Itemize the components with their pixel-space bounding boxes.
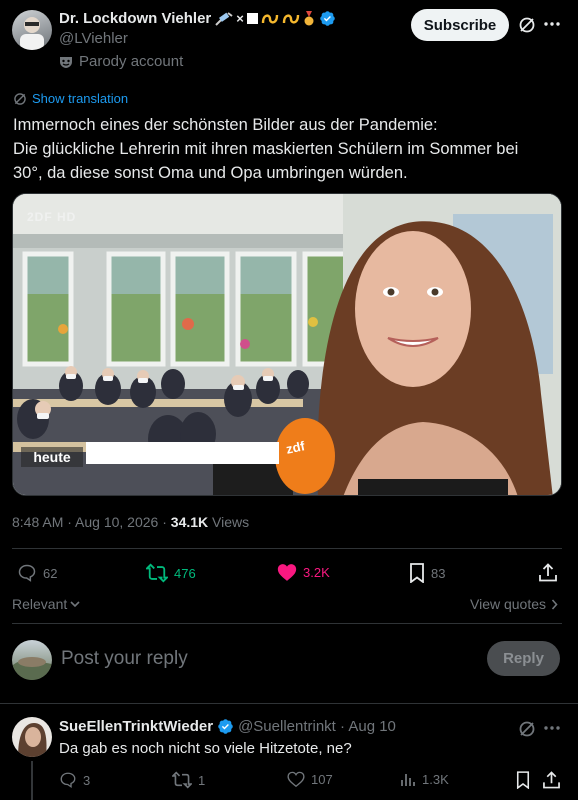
views-count: 34.1K	[170, 514, 209, 530]
reply-count: 62	[43, 565, 58, 581]
chevron-right-icon	[551, 598, 558, 610]
media-watermark: 2DF HD	[27, 210, 77, 224]
medal-icon	[304, 10, 314, 25]
divider	[12, 623, 562, 624]
author-name-emojis: ×	[215, 10, 315, 27]
current-user-avatar[interactable]	[12, 640, 52, 680]
post-media-image[interactable]: 2DF HD zdf heute	[12, 193, 562, 496]
parody-mask-icon	[60, 56, 72, 68]
reply-text: Da gab es noch nicht so viele Hitzetote,…	[59, 740, 352, 757]
repost-action[interactable]: 476	[146, 563, 196, 583]
reply-repost-count: 1	[198, 772, 206, 788]
heart-icon	[277, 564, 297, 581]
repost-icon	[146, 563, 168, 583]
views-chart-icon	[401, 774, 415, 786]
post-text-line: 30°, da diese sonst Oma und Opa umbringe…	[13, 164, 408, 182]
subscribe-button[interactable]: Subscribe	[411, 9, 509, 41]
view-quotes-label: View quotes	[470, 596, 547, 612]
repost-count: 476	[174, 565, 196, 581]
verified-badge-icon	[320, 11, 335, 26]
reply-reply-count: 3	[83, 772, 91, 788]
reply-views-action[interactable]: 1.3K	[400, 771, 449, 787]
chevron-down-icon	[70, 601, 80, 608]
bookmark-icon[interactable]	[516, 771, 530, 789]
show-translation-link[interactable]: Show translation	[32, 91, 128, 106]
more-options-icon[interactable]	[544, 22, 560, 26]
share-icon[interactable]	[543, 771, 560, 789]
share-icon[interactable]	[539, 563, 557, 582]
heart-icon	[287, 771, 305, 788]
thread-line	[31, 761, 33, 800]
reply-icon	[18, 564, 36, 582]
author-name[interactable]: Dr. Lockdown Viehler	[59, 10, 211, 27]
like-action[interactable]: 3.2K	[277, 563, 330, 582]
section-divider	[0, 703, 578, 704]
sort-label: Relevant	[12, 596, 68, 612]
author-avatar[interactable]	[12, 10, 52, 50]
bookmark-action[interactable]: 83	[409, 563, 445, 583]
more-options-icon[interactable]	[544, 726, 560, 730]
post-text-line: Immernoch eines der schönsten Bilder aus…	[13, 116, 438, 134]
view-quotes-link[interactable]: View quotes	[470, 596, 558, 612]
grok-translate-icon	[14, 92, 26, 105]
bookmark-icon	[410, 563, 424, 583]
loop-icon	[261, 13, 279, 24]
syringe-icon	[215, 11, 233, 26]
reply-icon	[60, 772, 76, 789]
reply-author-avatar[interactable]	[12, 717, 52, 757]
media-caption-bar	[86, 442, 279, 464]
loop-icon	[282, 13, 300, 24]
reply-author-name[interactable]: SueEllenTrinktWieder	[59, 718, 213, 735]
reply-button[interactable]: Reply	[487, 641, 560, 676]
media-caption-label: heute	[21, 447, 83, 467]
reply-action[interactable]: 62	[17, 563, 57, 583]
author-handle[interactable]: @LViehler	[59, 30, 128, 47]
divider	[12, 548, 562, 549]
bookmark-count: 83	[431, 565, 446, 581]
reply-views-count: 1.3K	[422, 771, 449, 787]
reply-like-action[interactable]: 107	[287, 771, 333, 788]
post-timestamp[interactable]: 8:48 AM · Aug 10, 2026 · 34.1K Views	[12, 514, 249, 530]
reply-handle-date[interactable]: @Suellentrinkt · Aug 10	[238, 718, 396, 735]
black-square-icon	[246, 13, 258, 24]
sort-dropdown[interactable]: Relevant	[12, 596, 80, 612]
grok-icon[interactable]	[518, 720, 536, 738]
grok-icon[interactable]	[518, 16, 536, 34]
parody-label: Parody account	[79, 53, 184, 70]
reply-like-count: 107	[311, 772, 333, 787]
like-count: 3.2K	[303, 565, 330, 580]
reply-reply-action[interactable]: 3	[59, 771, 90, 789]
verified-badge-icon	[218, 719, 233, 734]
reply-repost-action[interactable]: 1	[172, 771, 205, 789]
post-text: Immernoch eines der schönsten Bilder aus…	[13, 113, 518, 185]
post-text-line: Die glückliche Lehrerin mit ihren maskie…	[13, 140, 519, 158]
repost-icon	[172, 771, 192, 789]
reply-input[interactable]: Post your reply	[61, 648, 188, 670]
